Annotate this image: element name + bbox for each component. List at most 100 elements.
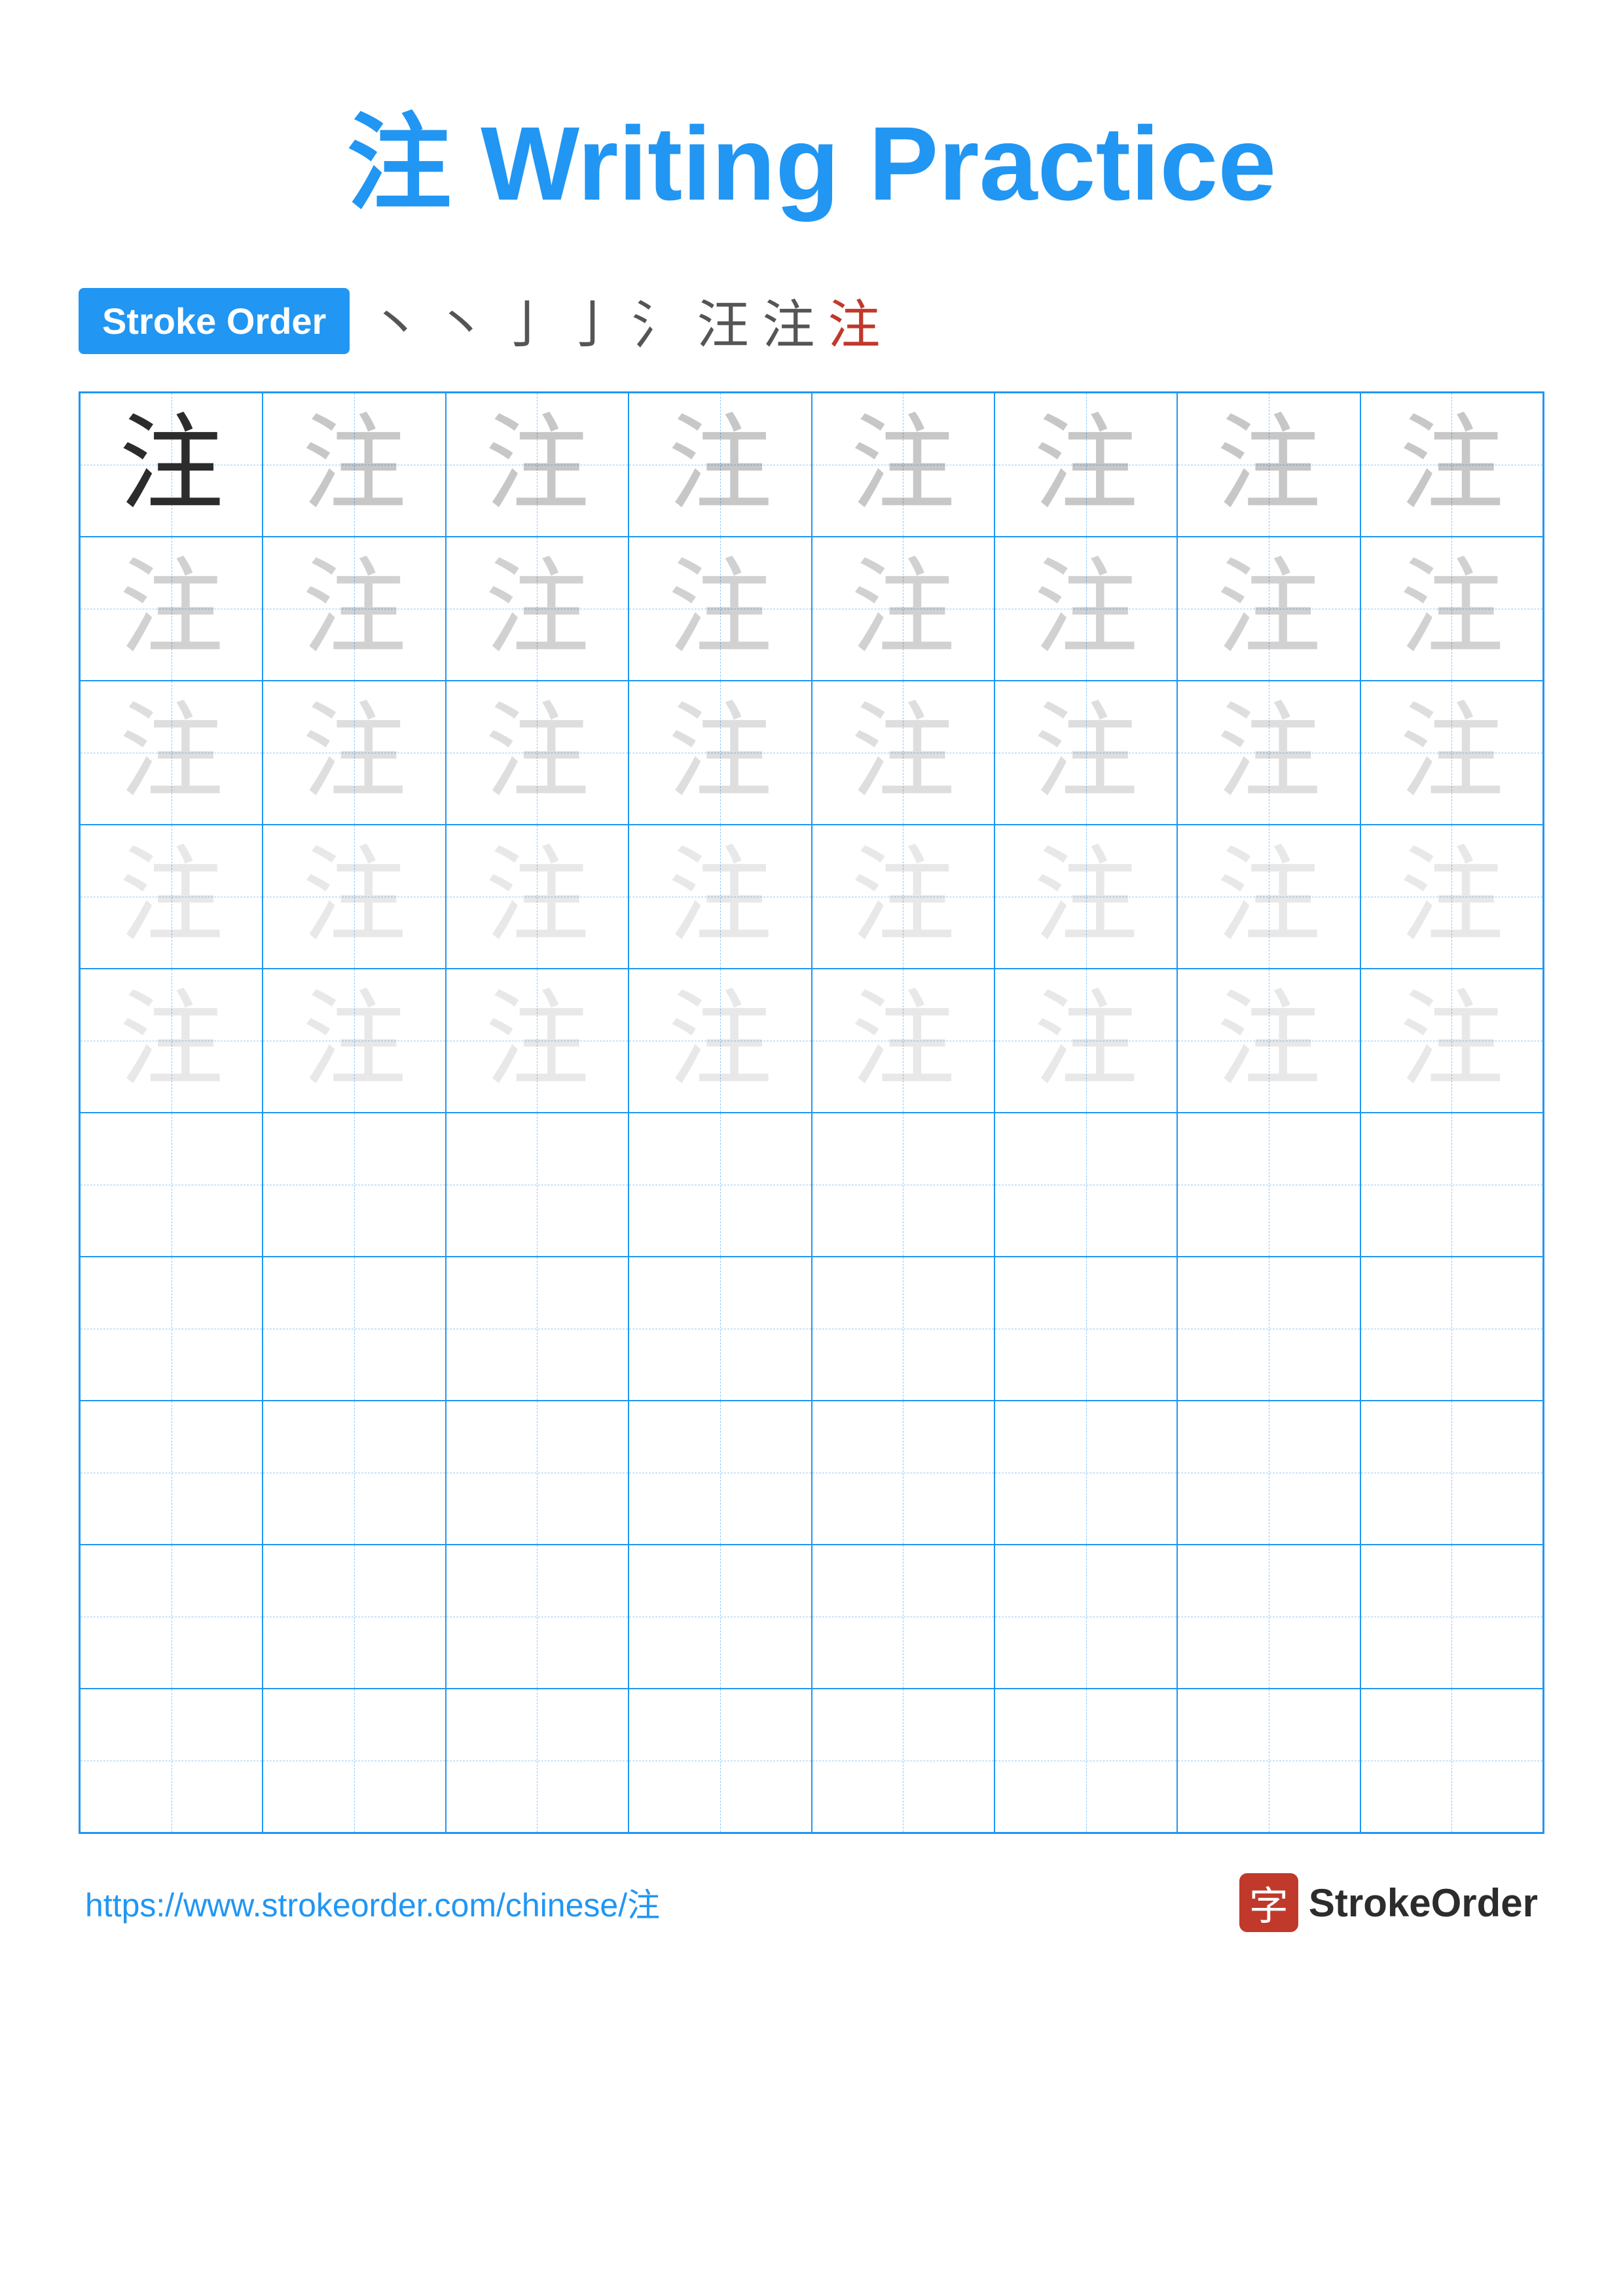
grid-cell [1360,1689,1543,1833]
grid-cell [1177,1689,1360,1833]
grid-cell [80,1545,263,1689]
grid-cell [1360,1257,1543,1401]
stroke-8: 注 [828,283,880,359]
grid-cell [1360,1545,1543,1689]
page: 注 Writing Practice Stroke Order 丶 丶 亅 亅 … [0,0,1623,2296]
grid-cell: 注 [994,681,1177,825]
practice-char: 注 [1034,844,1139,949]
practice-char: 注 [1034,988,1139,1093]
practice-char: 注 [302,700,407,805]
practice-char: 注 [1216,556,1321,661]
grid-cell: 注 [1177,537,1360,681]
grid-cell [994,1113,1177,1257]
grid-cell [263,1689,445,1833]
practice-char: 注 [850,556,955,661]
stroke-order-section: Stroke Order 丶 丶 亅 亅 氵 汪 注 注 [79,283,1544,359]
practice-char: 注 [302,988,407,1093]
practice-char: 注 [484,412,589,517]
practice-char: 注 [850,844,955,949]
grid-cell: 注 [994,393,1177,537]
grid-cell: 注 [1177,825,1360,969]
grid-cell: 注 [994,969,1177,1113]
practice-char: 注 [302,556,407,661]
practice-char: 注 [850,988,955,1093]
grid-cell [1360,1401,1543,1545]
grid-cell: 注 [80,537,263,681]
stroke-7: 注 [762,283,814,359]
grid-cell [80,1257,263,1401]
practice-char: 注 [1399,556,1504,661]
title-area: 注 Writing Practice [79,79,1544,230]
grid-cell [994,1545,1177,1689]
practice-char: 注 [302,844,407,949]
grid-cell [1177,1545,1360,1689]
grid-cell: 注 [629,681,811,825]
practice-char: 注 [1399,412,1504,517]
grid-cell: 注 [812,969,994,1113]
practice-char: 注 [119,412,224,517]
practice-char: 注 [668,988,773,1093]
grid-cell: 注 [80,969,263,1113]
practice-char: 注 [1216,844,1321,949]
grid-cell [994,1257,1177,1401]
grid-cell: 注 [263,969,445,1113]
practice-char: 注 [1216,700,1321,805]
logo-text: StrokeOrder [1309,1880,1538,1926]
grid-cell [812,1113,994,1257]
practice-char: 注 [302,412,407,517]
footer-logo: 字 StrokeOrder [1239,1873,1538,1932]
practice-char: 注 [850,412,955,517]
practice-char: 注 [484,844,589,949]
grid-cell: 注 [446,825,629,969]
grid-cell [263,1113,445,1257]
grid-cell [1177,1401,1360,1545]
practice-char: 注 [668,556,773,661]
practice-char: 注 [1216,412,1321,517]
footer-url[interactable]: https://www.strokeorder.com/chinese/注 [85,1879,660,1926]
grid-cell [812,1545,994,1689]
grid-cell: 注 [446,969,629,1113]
grid-cell: 注 [263,393,445,537]
practice-char: 注 [668,700,773,805]
grid-cell: 注 [1177,393,1360,537]
grid-cell [629,1545,811,1689]
grid-cell: 注 [1360,393,1543,537]
grid-cell [446,1689,629,1833]
stroke-4: 亅 [566,283,618,359]
practice-char: 注 [668,844,773,949]
grid-cell [446,1113,629,1257]
grid-cell [446,1401,629,1545]
stroke-3: 亅 [500,283,553,359]
grid-cell: 注 [1360,969,1543,1113]
stroke-6: 汪 [697,283,749,359]
practice-char: 注 [484,556,589,661]
grid-cell [812,1689,994,1833]
grid-cell: 注 [812,681,994,825]
grid-cell [80,1689,263,1833]
grid-cell: 注 [994,825,1177,969]
grid-cell: 注 [629,393,811,537]
grid-cell: 注 [994,537,1177,681]
grid-cell [629,1689,811,1833]
grid-cell: 注 [263,681,445,825]
grid-cell [629,1401,811,1545]
practice-char: 注 [119,844,224,949]
grid-cell: 注 [629,969,811,1113]
grid-cell: 注 [1177,681,1360,825]
grid-cell: 注 [80,393,263,537]
grid-cell: 注 [446,681,629,825]
grid-cell [263,1257,445,1401]
grid-cell: 注 [812,393,994,537]
grid-cell [994,1689,1177,1833]
grid-cell: 注 [812,537,994,681]
practice-char: 注 [1034,412,1139,517]
grid-cell: 注 [80,681,263,825]
grid-cell: 注 [629,537,811,681]
grid-cell [1177,1257,1360,1401]
practice-char: 注 [484,988,589,1093]
practice-char: 注 [484,700,589,805]
grid-cell: 注 [629,825,811,969]
grid-cell: 注 [1360,537,1543,681]
grid-cell: 注 [812,825,994,969]
practice-char: 注 [1216,988,1321,1093]
